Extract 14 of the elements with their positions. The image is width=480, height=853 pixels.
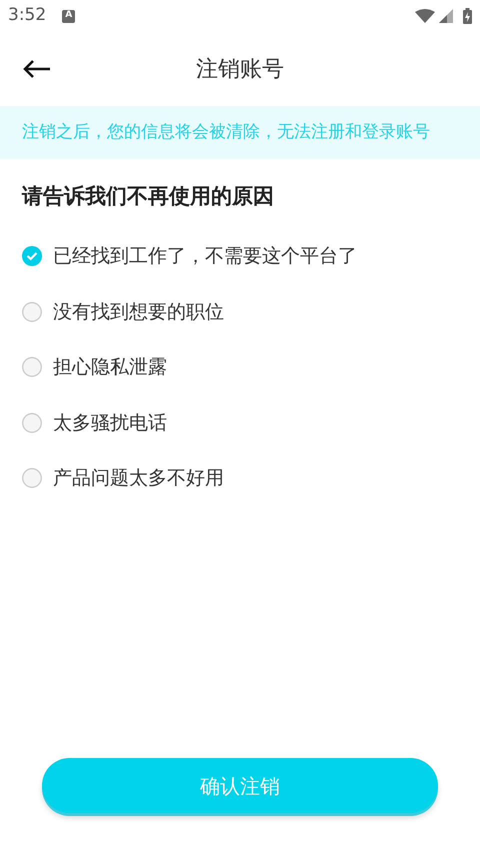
signal-icon (439, 9, 453, 23)
status-time: 3:52 (8, 4, 46, 28)
wifi-icon (415, 9, 435, 23)
battery-icon (463, 8, 472, 24)
reason-option[interactable]: 产品问题太多不好用 (0, 450, 480, 506)
notification-badge: A (62, 10, 76, 22)
back-arrow-icon (22, 59, 52, 79)
reason-option[interactable]: 太多骚扰电话 (0, 395, 480, 450)
page-title: 注销账号 (196, 56, 284, 84)
notice-banner: 注销之后，您的信息将会被清除，无法注册和登录账号 (0, 106, 480, 159)
reason-question: 请告诉我们不再使用的原因 (20, 183, 275, 210)
reason-option[interactable]: 担心隐私泄露 (0, 340, 480, 395)
reason-option[interactable]: 已经找到工作了，不需要这个平台了 (0, 228, 480, 284)
reason-option[interactable]: 没有找到想要的职位 (0, 284, 480, 340)
